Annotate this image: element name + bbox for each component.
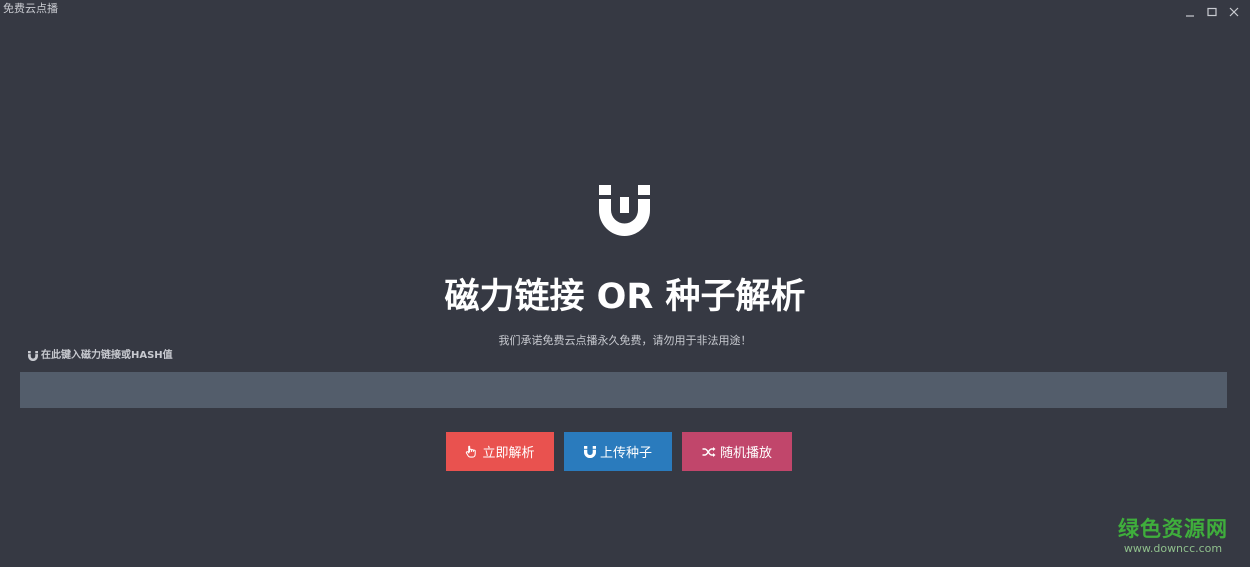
input-label-text: 在此键入磁力链接或HASH值 — [41, 350, 173, 361]
upload-torrent-button[interactable]: 上传种子 — [564, 432, 672, 471]
action-buttons: 立即解析 上传种子 随机播放 — [446, 432, 792, 471]
maximize-icon — [1207, 7, 1217, 17]
watermark-url: www.downcc.com — [1123, 542, 1223, 555]
magnet-icon — [583, 445, 596, 458]
shuffle-icon — [702, 446, 716, 457]
magnet-logo-icon — [599, 185, 650, 236]
magnet-link-input[interactable] — [20, 372, 1227, 408]
random-button-label: 随机播放 — [719, 446, 772, 461]
hand-pointer-icon — [466, 445, 477, 458]
upload-button-label: 上传种子 — [599, 446, 652, 461]
page-subtitle: 我们承诺免费云点播永久免费，请勿用于非法用途！ — [498, 334, 752, 347]
maximize-button[interactable] — [1204, 4, 1220, 20]
close-button[interactable] — [1226, 4, 1242, 20]
minimize-button[interactable] — [1182, 4, 1198, 20]
window-controls — [1182, 4, 1242, 20]
magnet-icon — [28, 351, 38, 361]
input-label: 在此键入磁力链接或HASH值 — [28, 349, 173, 363]
watermark: 绿色资源网 www.downcc.com — [1118, 516, 1228, 555]
parse-button[interactable]: 立即解析 — [446, 432, 554, 471]
page-headline: 磁力链接 OR 种子解析 — [444, 277, 806, 317]
watermark-name: 绿色资源网 — [1118, 517, 1228, 541]
window-title: 免费云点播 — [3, 2, 58, 15]
random-play-button[interactable]: 随机播放 — [682, 432, 792, 471]
parse-button-label: 立即解析 — [482, 446, 535, 461]
close-icon — [1229, 7, 1239, 17]
minimize-icon — [1186, 15, 1194, 17]
